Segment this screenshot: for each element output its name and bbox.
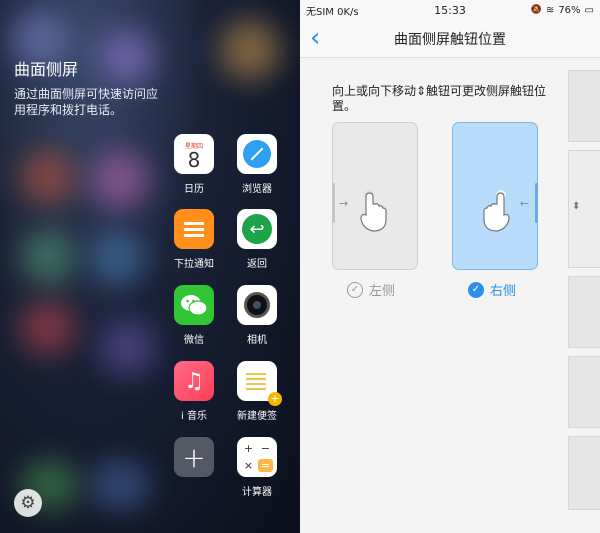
app-label: i 音乐: [181, 411, 207, 422]
app-label: 计算器: [242, 487, 272, 498]
instruction-text: 向上或向下移动⇕触钮可更改侧屏触钮位置。: [332, 84, 547, 113]
app-calendar[interactable]: 星期四 8 日历: [164, 134, 224, 195]
background-blur: [90, 150, 150, 210]
app-camera[interactable]: 相机: [227, 285, 287, 346]
hand-pointer-icon: [360, 190, 387, 232]
app-back[interactable]: ↩ 返回: [227, 209, 287, 270]
notification-icon: [174, 209, 214, 249]
nav-bar: ‹ 曲面侧屏触钮位置: [300, 20, 600, 58]
left-position-preview[interactable]: →: [332, 122, 418, 270]
add-app-button[interactable]: +: [164, 437, 224, 477]
radio-unchecked-icon[interactable]: ✓: [347, 281, 363, 298]
arrow-left-icon: ←: [519, 197, 529, 210]
camera-icon: [237, 285, 277, 325]
app-label: 日历: [184, 184, 204, 195]
back-arrow-icon: ↩: [237, 209, 277, 249]
background-blur: [20, 230, 75, 285]
browser-icon: [237, 134, 277, 174]
app-pull-notification[interactable]: 下拉通知: [164, 209, 224, 270]
page-title: 曲面侧屏触钮位置: [394, 31, 506, 48]
background-blur: [90, 460, 150, 510]
back-arrow-glyph: ↩: [242, 214, 272, 244]
edge-segment: [568, 436, 600, 510]
edge-screen-panel: 曲面侧屏 通过曲面侧屏可快速访问应用程序和拨打电话。 星期四 8 日历 浏览器 …: [0, 0, 300, 533]
calc-key: =: [258, 459, 273, 472]
option-label: 左侧: [369, 284, 396, 299]
drag-handle-icon[interactable]: ⬍: [572, 202, 580, 212]
clock: 15:33: [434, 3, 466, 17]
option-label: 右侧: [490, 284, 517, 299]
app-i-music[interactable]: ♫ i 音乐: [164, 361, 224, 422]
app-new-note[interactable]: + 新建便签: [227, 361, 287, 422]
calendar-icon: 星期四 8: [174, 134, 214, 174]
option-left[interactable]: ✓ 左侧: [347, 280, 395, 299]
calculator-icon: + − × =: [237, 437, 277, 477]
calc-key: −: [260, 442, 271, 455]
app-label: 下拉通知: [174, 259, 214, 270]
status-bar: 无SIM 0K/s 15:33 🔕 ≋ 76% ▭: [300, 0, 600, 20]
app-browser[interactable]: 浏览器: [227, 134, 287, 195]
app-calculator[interactable]: + − × = 计算器: [227, 437, 287, 498]
edge-segment: [568, 276, 600, 348]
background-blur: [100, 30, 155, 85]
settings-screen: 无SIM 0K/s 15:33 🔕 ≋ 76% ▭ ‹ 曲面侧屏触钮位置 向上或…: [300, 0, 600, 533]
app-wechat[interactable]: 微信: [164, 285, 224, 346]
note-icon: +: [237, 361, 282, 406]
background-blur: [100, 320, 155, 375]
edge-screen-description: 通过曲面侧屏可快速访问应用程序和拨打电话。: [14, 87, 159, 117]
hand-pointer-icon: [483, 190, 510, 232]
app-label: 浏览器: [242, 184, 272, 195]
edge-handle: [332, 183, 335, 223]
background-blur: [20, 300, 75, 355]
calc-key: ×: [243, 459, 254, 472]
note-add-badge: +: [268, 392, 282, 406]
back-button[interactable]: ‹: [310, 24, 320, 52]
edge-strip: ⬍: [568, 70, 600, 510]
edge-segment: [568, 70, 600, 142]
app-label: 新建便签: [237, 411, 277, 422]
calendar-day: 8: [187, 147, 201, 172]
right-position-preview[interactable]: ←: [452, 122, 538, 270]
edge-segment: [568, 356, 600, 428]
add-icon: +: [174, 437, 214, 477]
option-right[interactable]: ✓ 右侧: [468, 280, 516, 299]
edge-handle: [535, 183, 538, 223]
edge-screen-title: 曲面侧屏: [14, 60, 79, 79]
background-blur: [20, 150, 75, 205]
app-label: 微信: [184, 335, 204, 346]
calc-key: +: [243, 442, 254, 455]
radio-checked-icon[interactable]: ✓: [468, 281, 484, 298]
wechat-icon: [174, 285, 214, 325]
app-label: 相机: [247, 335, 267, 346]
music-icon: ♫: [174, 361, 214, 401]
arrow-right-icon: →: [339, 197, 349, 210]
background-blur: [220, 20, 280, 80]
background-blur: [90, 230, 145, 285]
app-label: 返回: [247, 259, 267, 270]
gear-icon[interactable]: ⚙: [14, 489, 42, 517]
